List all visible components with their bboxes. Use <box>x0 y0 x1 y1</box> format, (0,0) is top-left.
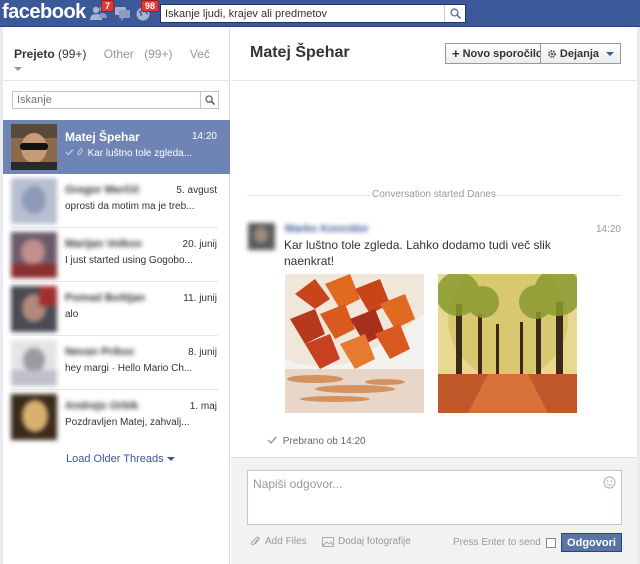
avatar <box>11 124 57 170</box>
tab-inbox-count: (99+) <box>58 47 87 61</box>
actions-label: Dejanja <box>559 47 600 60</box>
attachment-icon <box>77 147 84 156</box>
top-bar: facebook 7 98 <box>0 0 640 27</box>
avatar[interactable] <box>248 223 275 250</box>
tab-other[interactable]: Other (99+) <box>104 47 180 61</box>
thread-snippet: I just started using Gogobo... <box>65 255 193 266</box>
enter-to-send-label: Press Enter to send <box>453 537 541 548</box>
thread-name: Matej Špehar <box>65 130 140 144</box>
message-text: Kar luštno tole zgleda. Lahko dodamo tud… <box>284 238 551 268</box>
folder-tabs: Prejeto (99+) Other (99+) Več <box>14 47 229 75</box>
tab-other-label: Other <box>103 47 134 61</box>
tab-inbox[interactable]: Prejeto (99+) <box>14 47 93 61</box>
attached-photo-autumn-leaves[interactable] <box>285 274 424 413</box>
facebook-logo[interactable]: facebook <box>2 1 86 24</box>
avatar <box>11 178 57 224</box>
thread-name: Marijan Volkov <box>65 238 142 250</box>
new-message-button[interactable]: + Novo sporočilo! <box>445 43 554 64</box>
thread-snippet: hey margi · Hello Mario Ch... <box>65 363 193 374</box>
tab-inbox-label: Prejeto <box>14 47 55 61</box>
gear-icon <box>547 49 556 58</box>
message-time: 14:20 <box>595 224 621 235</box>
thread-list-panel: Prejeto (99+) Other (99+) Več Matej Špeh… <box>0 27 230 564</box>
smiley-icon[interactable] <box>603 476 616 489</box>
avatar <box>11 340 57 386</box>
seen-label: Prebrano ob 14:20 <box>282 436 366 447</box>
message-sender[interactable]: Marko Koncidor <box>285 223 369 235</box>
check-icon <box>267 436 277 445</box>
thread-time: 1. maj <box>189 401 217 412</box>
thread-snippet: oprosti da motim ma je treb... <box>65 201 195 212</box>
search-icon <box>204 95 215 105</box>
thread-time: 5. avgust <box>176 185 217 196</box>
thread-item[interactable]: Marijan Volkov 20. junij I just started … <box>3 228 230 282</box>
thread-search-input[interactable] <box>13 92 198 108</box>
add-photos-button[interactable]: Dodaj fotografije <box>322 536 411 547</box>
thread-name: Pomad Boštjan <box>65 292 146 304</box>
global-search-button[interactable] <box>444 5 465 22</box>
enter-to-send-checkbox[interactable] <box>545 537 556 548</box>
thread-snippet: Kar luštno tole zgleda... <box>65 147 195 159</box>
reply-box <box>247 470 622 525</box>
friend-requests-badge: 7 <box>100 0 114 12</box>
divider <box>231 80 637 81</box>
search-icon <box>449 8 461 19</box>
chevron-down-icon <box>166 457 175 461</box>
load-older-threads-link[interactable]: Load Older Threads <box>66 453 175 465</box>
add-photos-label: Dodaj fotografije <box>338 536 411 547</box>
thread-time: 20. junij <box>182 239 217 250</box>
thread-item[interactable]: Gregor Merčič 5. avgust oprosti da motim… <box>3 174 230 228</box>
thread-search <box>12 91 219 109</box>
tab-other-count: (99+) <box>144 47 173 61</box>
thread-item[interactable]: Nevan Prikoc 8. junij hey margi · Hello … <box>3 336 230 390</box>
thread-snippet: Pozdravljen Matej, zahvalj... <box>65 417 190 428</box>
load-older-label: Load Older Threads <box>66 453 164 465</box>
global-search-input[interactable] <box>161 5 441 22</box>
add-files-button[interactable]: Add Files <box>250 536 307 547</box>
divider <box>3 80 230 81</box>
conversation-started-label: Conversation started Danes <box>247 189 621 200</box>
seen-status: Prebrano ob 14:20 <box>267 436 366 447</box>
global-search <box>160 4 466 23</box>
paperclip-icon <box>251 536 260 546</box>
reply-button[interactable]: Odgovori <box>561 533 622 552</box>
thread-item[interactable]: Pomad Boštjan 11. junij alo <box>3 282 230 336</box>
thread-name: Nevan Prikoc <box>65 346 135 358</box>
conversation-panel: Matej Špehar + Novo sporočilo! Dejanja C… <box>231 27 640 564</box>
thread-name: Andrejo Orbik <box>65 400 139 412</box>
reply-input[interactable] <box>248 471 588 521</box>
tab-more-label: Več <box>189 47 210 61</box>
thread-snippet: alo <box>65 309 79 320</box>
thread-search-button[interactable] <box>200 92 218 108</box>
add-files-label: Add Files <box>265 536 307 547</box>
thread-time: 14:20 <box>191 131 217 142</box>
new-message-label: Novo sporočilo! <box>462 47 547 60</box>
photo-icon <box>322 536 334 547</box>
friend-requests-jewel[interactable]: 7 <box>90 0 114 21</box>
chevron-down-icon <box>606 51 614 56</box>
avatar <box>11 286 57 332</box>
thread-name: Gregor Merčič <box>65 184 140 196</box>
chevron-down-icon <box>14 67 22 71</box>
avatar <box>11 394 57 440</box>
actions-dropdown[interactable]: Dejanja <box>540 43 621 64</box>
messages-jewel[interactable] <box>114 5 132 21</box>
conversation-title[interactable]: Matej Špehar <box>250 44 350 62</box>
notifications-jewel[interactable]: 98 <box>135 0 159 21</box>
check-icon <box>65 149 74 156</box>
thread-item[interactable]: Matej Špehar 14:20 Kar luštno tole zgled… <box>3 120 230 174</box>
thread-time: 8. junij <box>188 347 217 358</box>
thread-snippet-text: Kar luštno tole zgleda... <box>87 148 193 159</box>
notifications-badge: 98 <box>140 0 159 12</box>
attached-photo-autumn-forest[interactable] <box>438 274 577 413</box>
enter-to-send-toggle[interactable]: Press Enter to send <box>453 537 556 548</box>
messages-icon <box>115 7 130 21</box>
plus-icon: + <box>452 46 460 61</box>
thread-item[interactable]: Andrejo Orbik 1. maj Pozdravljen Matej, … <box>3 390 230 444</box>
avatar <box>11 232 57 278</box>
thread-time: 11. junij <box>183 293 217 304</box>
